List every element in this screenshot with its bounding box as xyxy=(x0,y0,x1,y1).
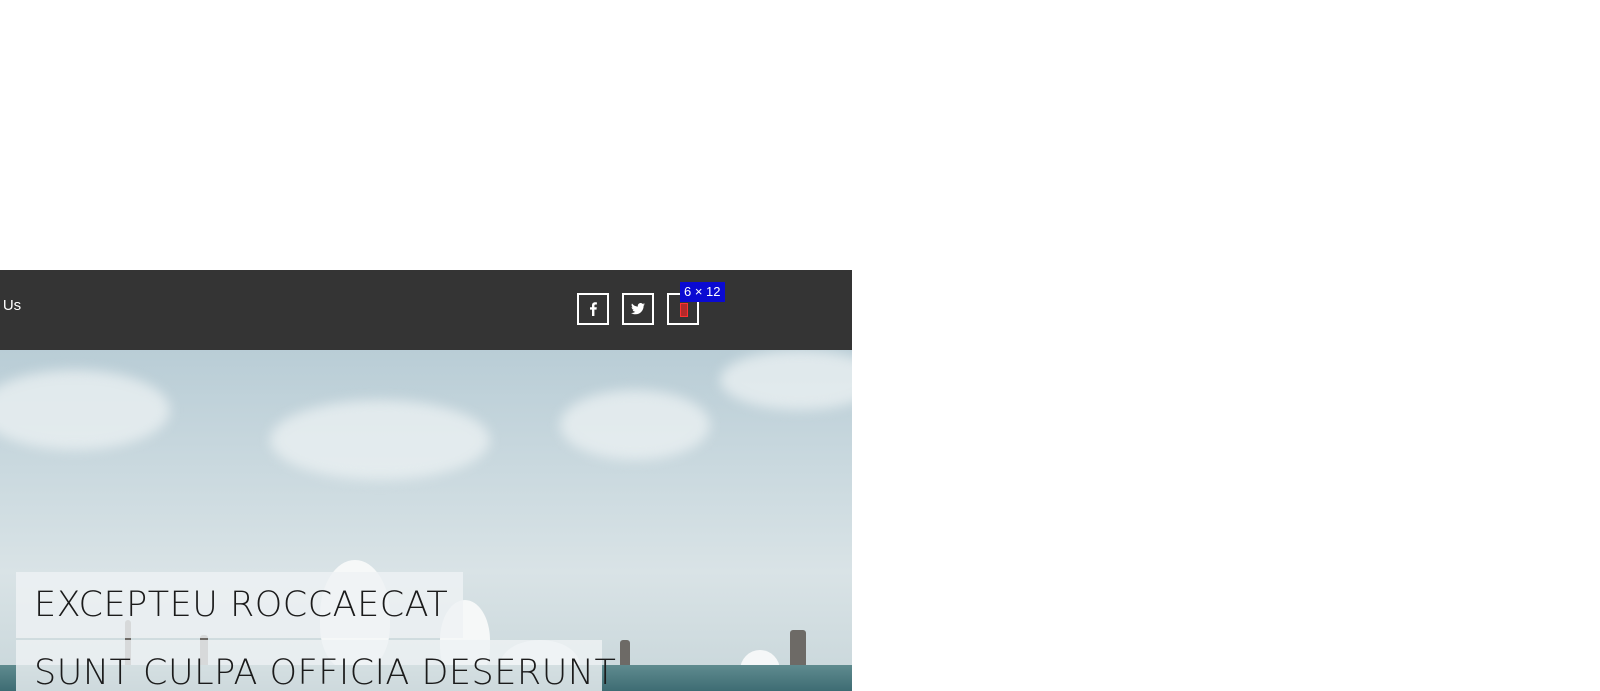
facebook-button[interactable] xyxy=(577,293,609,325)
hero-caption-line-2: SUNT CULPA OFFICIA DESERUNT xyxy=(16,640,616,691)
inspector-highlight-box xyxy=(680,303,688,317)
cloud-shape xyxy=(560,390,710,460)
cloud-shape xyxy=(720,350,852,410)
nav-link-contact-us[interactable]: ct Us xyxy=(0,297,21,314)
twitter-button[interactable] xyxy=(622,293,654,325)
facebook-icon xyxy=(588,302,598,316)
cloud-shape xyxy=(0,370,170,450)
hero-caption-line-1: EXCEPTEU ROCCAECAT xyxy=(16,572,463,638)
page: ct Us 6 × 12 xyxy=(0,0,1600,691)
twitter-icon xyxy=(631,303,645,315)
inspector-size-tooltip: 6 × 12 xyxy=(680,282,725,302)
cloud-shape xyxy=(270,400,490,480)
